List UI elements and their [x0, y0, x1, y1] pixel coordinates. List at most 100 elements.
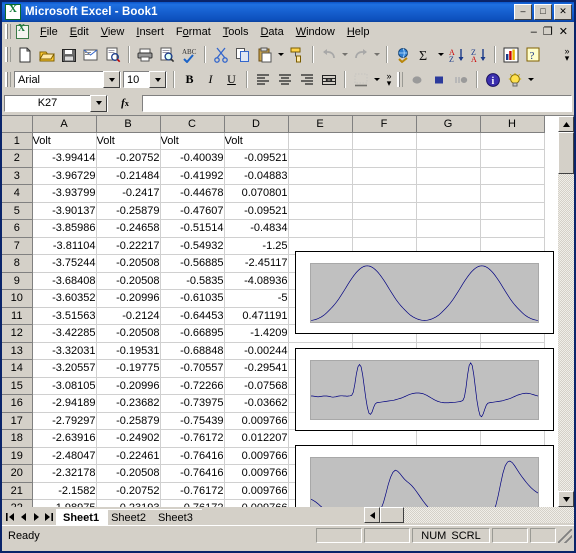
grid-cell[interactable]: -3.60352 [32, 289, 97, 308]
chart-wizard-icon[interactable] [500, 44, 522, 65]
grid-cell[interactable]: -0.73975 [160, 394, 225, 413]
grid-cell[interactable]: -0.51514 [160, 219, 225, 238]
grid-cell[interactable]: -0.22217 [96, 237, 161, 255]
grid-cell[interactable]: -3.81104 [32, 237, 97, 255]
column-header-e[interactable]: E [288, 116, 353, 133]
info-icon[interactable]: i [482, 69, 504, 90]
scroll-down-button[interactable] [558, 491, 574, 507]
grid-cell[interactable]: 0.009766 [224, 499, 289, 507]
open-icon[interactable] [36, 44, 58, 65]
menu-item-help[interactable]: Help [341, 24, 376, 40]
oval-icon[interactable] [406, 69, 428, 90]
menu-item-insert[interactable]: Insert [130, 24, 170, 40]
grid-cell[interactable]: -0.23682 [96, 394, 161, 413]
name-box[interactable]: K27 [4, 94, 108, 112]
grid-cell[interactable] [480, 219, 545, 238]
grid-cell[interactable]: -0.20752 [96, 149, 161, 168]
grid-cell[interactable]: -0.20996 [96, 377, 161, 395]
square-icon[interactable] [428, 69, 450, 90]
paste-dropdown-arrow[interactable] [276, 44, 286, 65]
new-icon[interactable] [14, 44, 36, 65]
grid-cell[interactable]: -3.51563 [32, 307, 97, 325]
column-header-b[interactable]: B [96, 116, 161, 133]
grid-cell[interactable] [288, 132, 353, 150]
grid-cell[interactable]: -2.94189 [32, 394, 97, 413]
column-header-f[interactable]: F [352, 116, 417, 133]
print-icon[interactable] [134, 44, 156, 65]
grid-cell[interactable]: 0.009766 [224, 464, 289, 483]
grid-cell[interactable]: -0.19531 [96, 342, 161, 360]
grid-cell[interactable]: -0.20508 [96, 464, 161, 483]
grid-cell[interactable] [288, 167, 353, 185]
grid-cell[interactable]: 0.009766 [224, 412, 289, 430]
doc-restore-button[interactable]: ❐ [543, 26, 553, 37]
row-header[interactable]: 5 [2, 202, 33, 220]
maximize-button[interactable]: □ [534, 4, 552, 20]
row-header[interactable]: 12 [2, 324, 33, 343]
grid-cell[interactable] [416, 219, 481, 238]
grid-cell[interactable]: -0.04883 [224, 167, 289, 185]
row-header[interactable]: 9 [2, 272, 33, 290]
column-header-g[interactable]: G [416, 116, 481, 133]
grid-cell[interactable]: -0.20508 [96, 254, 161, 273]
grid-cell[interactable] [352, 167, 417, 185]
grid-cell[interactable]: -0.22461 [96, 447, 161, 465]
toolbar-options-icon[interactable]: » ▾ [560, 44, 574, 65]
undo-dropdown-arrow[interactable] [340, 44, 350, 65]
grid-cell[interactable]: -0.09521 [224, 149, 289, 168]
doc-close-button[interactable]: ✕ [559, 26, 568, 37]
grid-cell[interactable]: 0.009766 [224, 482, 289, 500]
grid-cell[interactable]: -0.25879 [96, 412, 161, 430]
grid-cell[interactable]: -0.20508 [96, 272, 161, 290]
row-header[interactable]: 22 [2, 499, 33, 507]
grid-cell[interactable] [480, 149, 545, 168]
grid-cell[interactable]: -0.76172 [160, 429, 225, 448]
grid-cell[interactable]: -0.2417 [96, 184, 161, 203]
menu-item-view[interactable]: View [95, 24, 131, 40]
row-header[interactable]: 6 [2, 219, 33, 238]
formula-input[interactable] [142, 94, 572, 112]
sort-descending-icon[interactable]: ZA [468, 44, 490, 65]
grid-cell[interactable]: -3.85986 [32, 219, 97, 238]
grid-cell[interactable]: 0.471191 [224, 307, 289, 325]
font-name-combo[interactable]: Arial [14, 71, 121, 88]
grid-cell[interactable]: -1.4209 [224, 324, 289, 343]
horizontal-scroll-thumb[interactable] [380, 507, 404, 523]
grid-cell[interactable]: -1.98975 [32, 499, 97, 507]
grid-cell[interactable]: -2.45117 [224, 254, 289, 273]
grid-cell[interactable]: -0.64453 [160, 307, 225, 325]
more-buttons-icon[interactable]: » ▾ [382, 69, 396, 90]
grid-cell[interactable] [416, 149, 481, 168]
italic-button[interactable]: I [200, 70, 221, 90]
row-header[interactable]: 15 [2, 377, 33, 395]
grid-cell[interactable]: -0.24902 [96, 429, 161, 448]
cut-icon[interactable] [210, 44, 232, 65]
lightbulb-icon[interactable] [504, 69, 526, 90]
formatting-toolbar-grip[interactable] [5, 72, 11, 87]
menu-item-tools[interactable]: Tools [217, 24, 255, 40]
grid-cell[interactable] [416, 202, 481, 220]
grid-cell[interactable]: -0.5835 [160, 272, 225, 290]
autosum-dropdown-arrow[interactable] [436, 44, 446, 65]
grid-cell[interactable] [480, 132, 545, 150]
minimize-button[interactable]: – [514, 4, 532, 20]
grid-cell[interactable] [288, 202, 353, 220]
grid-cell[interactable]: -4.08936 [224, 272, 289, 290]
row-header[interactable]: 20 [2, 464, 33, 483]
grid-cell[interactable]: -5 [224, 289, 289, 308]
row-header[interactable]: 8 [2, 254, 33, 273]
grid-cell[interactable]: -0.24658 [96, 219, 161, 238]
grid-cell[interactable]: -0.19775 [96, 359, 161, 378]
row-header[interactable]: 4 [2, 184, 33, 203]
redo-dropdown-arrow[interactable] [372, 44, 382, 65]
grid-cell[interactable]: -2.79297 [32, 412, 97, 430]
borders-icon[interactable] [350, 69, 372, 90]
row-header[interactable]: 14 [2, 359, 33, 378]
grid-cell[interactable]: 0.070801 [224, 184, 289, 203]
grid-cell[interactable] [352, 202, 417, 220]
align-left-icon[interactable] [252, 69, 274, 90]
last-sheet-button[interactable] [43, 510, 56, 525]
row-header[interactable]: 7 [2, 237, 33, 255]
grid-cell[interactable]: -0.72266 [160, 377, 225, 395]
format-painter-icon[interactable] [286, 44, 308, 65]
